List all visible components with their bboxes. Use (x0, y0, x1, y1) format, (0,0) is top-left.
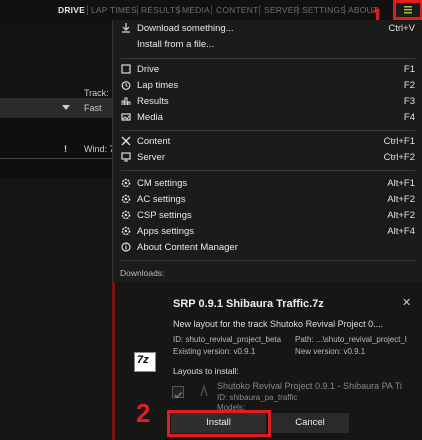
menu-item-apps-settings[interactable]: Apps settings Alt+F4 (113, 224, 422, 240)
download-icon (122, 23, 130, 33)
menu-shortcut: F2 (403, 80, 415, 91)
menu-item-cm-settings[interactable]: CM settings Alt+F1 (113, 176, 422, 192)
layout-checkbox[interactable] (172, 386, 184, 399)
menu-shortcut: F3 (403, 96, 415, 107)
new-version: New version: v0.9.1 (295, 347, 366, 356)
nav-separator (87, 5, 88, 15)
gear-icon (121, 178, 131, 188)
nav-separator (178, 5, 179, 15)
track-label: Track: (84, 88, 109, 98)
menu-item-content[interactable]: Content Ctrl+F1 (113, 134, 422, 150)
menu-shortcut: F1 (403, 64, 415, 75)
menu-shortcut: F4 (403, 112, 415, 123)
archive-7z-icon: 7z (134, 352, 156, 372)
menu-label: Lap times (137, 80, 179, 91)
menu-label: About Content Manager (137, 242, 238, 253)
menu-label: Media (137, 112, 163, 123)
nav-lap-times[interactable]: LAP TIMES (91, 5, 137, 15)
menu-label: Install from a file... (137, 39, 215, 50)
menu-separator (121, 58, 415, 59)
download-id: ID: shuto_revival_project_beta (173, 335, 282, 344)
menu-shortcut: Ctrl+F2 (383, 152, 415, 163)
gear-icon (121, 210, 131, 220)
top-navigation-bar: DRIVE LAP TIMES RESULTS MEDIA CONTENT SE… (0, 0, 422, 22)
archive-7z-text: 7z (137, 354, 149, 366)
menu-item-server[interactable]: Server Ctrl+F2 (113, 150, 422, 166)
results-icon (121, 97, 131, 105)
downloads-label: Downloads: (120, 268, 165, 278)
left-divider (0, 158, 112, 159)
drive-icon (121, 64, 131, 74)
nav-media[interactable]: MEDIA (182, 5, 210, 15)
track-layout-icon (200, 384, 208, 397)
close-icon[interactable]: ✕ (402, 296, 411, 309)
layout-name: Shutoko Revival Project 0.9.1 - Shibaura… (217, 381, 402, 391)
menu-item-download-something[interactable]: Download something... Ctrl+V (113, 21, 422, 37)
download-path: Path: ...\shuto_revival_project_l (295, 335, 407, 344)
media-icon (121, 113, 131, 121)
track-select[interactable]: Fast (78, 98, 112, 118)
gear-icon (121, 226, 131, 236)
menu-item-about[interactable]: About Content Manager (113, 240, 422, 256)
menu-shortcut: Ctrl+F1 (383, 136, 415, 147)
checkmark-icon (174, 392, 182, 399)
menu-item-install-from-file[interactable]: Install from a file... (113, 37, 422, 53)
menu-shortcut: Alt+F4 (387, 226, 415, 237)
nav-separator (211, 5, 212, 15)
menu-label: Download something... (137, 23, 234, 34)
server-icon (121, 152, 131, 162)
nav-results[interactable]: RESULTS (141, 5, 181, 15)
track-value: Fast (84, 103, 102, 113)
menu-label: AC settings (137, 194, 186, 205)
cancel-button[interactable]: Cancel (271, 413, 349, 433)
menu-label: Apps settings (137, 226, 195, 237)
menu-item-ac-settings[interactable]: AC settings Alt+F2 (113, 192, 422, 208)
highlight-box-menu (393, 0, 422, 20)
menu-item-drive[interactable]: Drive F1 (113, 62, 422, 78)
nav-content[interactable]: CONTENT (216, 5, 258, 15)
dropdown-arrow-icon (62, 105, 70, 110)
content-icon (121, 136, 131, 146)
menu-shortcut: Alt+F2 (387, 194, 415, 205)
highlight-box-install (167, 410, 271, 437)
download-accent-bar (112, 282, 115, 440)
menu-label: Content (137, 136, 171, 147)
menu-separator (121, 170, 415, 171)
layouts-to-install-label: Layouts to install: (173, 366, 239, 376)
nav-drive[interactable]: DRIVE (58, 5, 85, 15)
nav-separator (259, 5, 260, 15)
step-marker-2: 2 (136, 398, 151, 428)
nav-separator (137, 5, 138, 15)
nav-settings[interactable]: SETTINGS (302, 5, 346, 15)
main-dropdown-menu: Download something... Ctrl+V Install fro… (112, 20, 422, 282)
gear-icon (121, 194, 131, 204)
nav-separator (297, 5, 298, 15)
stopwatch-icon (121, 81, 131, 90)
menu-label: Server (137, 152, 165, 163)
download-description: New layout for the track Shutoko Revival… (173, 319, 384, 329)
menu-item-media[interactable]: Media F4 (113, 110, 422, 126)
info-icon (121, 242, 131, 252)
menu-separator (121, 260, 415, 261)
menu-item-csp-settings[interactable]: CSP settings Alt+F2 (113, 208, 422, 224)
menu-item-lap-times[interactable]: Lap times F2 (113, 78, 422, 94)
menu-shortcut: Alt+F1 (387, 178, 415, 189)
layout-id: ID: shibaura_pa_traffic (217, 393, 298, 402)
left-lower-area (0, 178, 112, 440)
nav-separator (344, 5, 345, 15)
menu-label: CM settings (137, 178, 188, 189)
existing-version: Existing version: v0.9.1 (173, 347, 256, 356)
menu-shortcut: Ctrl+V (388, 23, 415, 34)
warning-icon: ! (64, 144, 67, 154)
menu-separator (121, 130, 415, 131)
menu-item-results[interactable]: Results F3 (113, 94, 422, 110)
menu-label: CSP settings (137, 210, 192, 221)
download-title: SRP 0.9.1 Shibaura Traffic.7z (173, 298, 324, 310)
nav-server[interactable]: SERVER (264, 5, 300, 15)
menu-shortcut: Alt+F2 (387, 210, 415, 221)
menu-label: Drive (137, 64, 160, 75)
menu-label: Results (137, 96, 169, 107)
